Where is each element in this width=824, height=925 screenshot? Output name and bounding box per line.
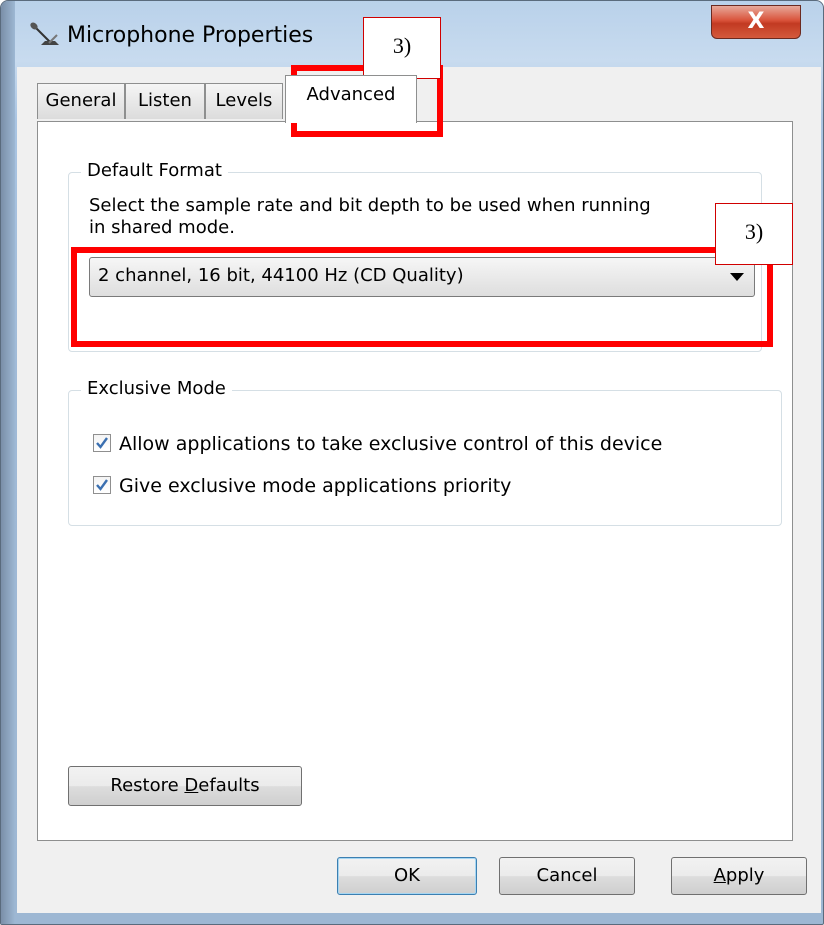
- ok-button[interactable]: OK: [337, 857, 477, 895]
- close-icon: X: [747, 9, 765, 34]
- close-button[interactable]: X: [711, 5, 801, 39]
- restore-defaults-label-end: efaults: [198, 775, 260, 796]
- microphone-icon: [29, 21, 63, 49]
- dialog-client-area: General Listen Levels Advanced Default F…: [17, 67, 821, 913]
- checkmark-icon: [96, 478, 108, 491]
- allow-exclusive-control-label: Allow applications to take exclusive con…: [119, 433, 663, 455]
- exclusive-mode-label: Exclusive Mode: [81, 378, 232, 399]
- checkmark-icon: [96, 436, 108, 449]
- dialog-window: Microphone Properties X General Listen L…: [0, 0, 824, 925]
- cancel-button[interactable]: Cancel: [499, 857, 635, 895]
- apply-mnemonic: A: [713, 865, 726, 886]
- tab-callout-label: 3): [363, 17, 441, 79]
- format-dropdown-highlight: [71, 247, 773, 347]
- default-format-label: Default Format: [81, 160, 228, 181]
- tab-general[interactable]: General: [37, 83, 125, 119]
- tab-advanced[interactable]: Advanced: [285, 75, 417, 123]
- exclusive-priority-checkbox-row[interactable]: Give exclusive mode applications priorit…: [93, 473, 511, 499]
- allow-exclusive-control-checkbox[interactable]: [93, 433, 111, 452]
- exclusive-priority-label: Give exclusive mode applications priorit…: [119, 475, 512, 497]
- advanced-tab-page: Default Format Select the sample rate an…: [37, 121, 793, 841]
- tab-listen[interactable]: Listen: [125, 83, 205, 119]
- default-format-description-line2: in shared mode.: [89, 217, 235, 238]
- exclusive-mode-group: Exclusive Mode Allow applications to tak…: [68, 378, 782, 526]
- tab-levels[interactable]: Levels: [205, 83, 283, 119]
- restore-defaults-mnemonic: D: [184, 775, 199, 796]
- restore-defaults-button[interactable]: Restore Defaults: [68, 766, 302, 806]
- apply-label-end: pply: [725, 865, 765, 886]
- apply-button[interactable]: Apply: [671, 857, 807, 895]
- format-callout-label: 3): [715, 203, 793, 265]
- restore-defaults-label-start: Restore: [110, 775, 185, 796]
- exclusive-priority-checkbox[interactable]: [93, 475, 111, 494]
- window-title: Microphone Properties: [67, 23, 314, 48]
- allow-exclusive-control-checkbox-row[interactable]: Allow applications to take exclusive con…: [93, 431, 662, 457]
- default-format-description-line1: Select the sample rate and bit depth to …: [89, 195, 651, 216]
